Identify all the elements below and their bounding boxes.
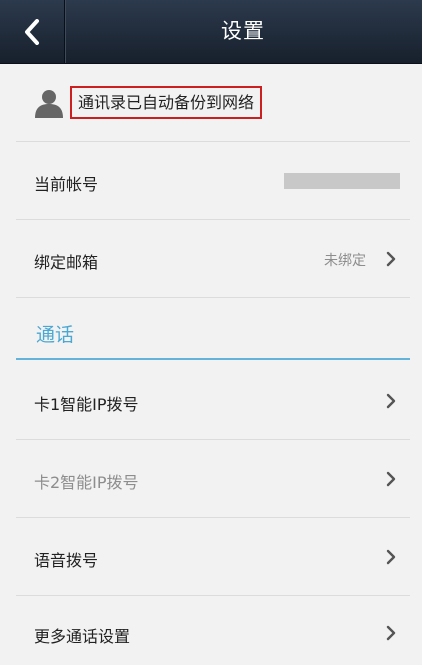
chevron-right-icon [386,251,396,267]
back-button[interactable] [0,0,65,63]
account-value-redacted [284,173,400,189]
chevron-right-icon [386,549,396,565]
voice-dial-label: 语音拨号 [34,551,99,570]
more-call-settings-label: 更多通话设置 [34,627,131,646]
chevron-right-icon [386,625,396,641]
current-account-row: 当前帐号 [16,142,410,220]
page-title: 设置 [221,19,265,43]
email-bind-status: 未绑定 [324,253,366,269]
section-header-calls: 通话 [16,298,410,360]
backup-status-text: 通讯录已自动备份到网络 [70,86,263,119]
chevron-left-icon [25,18,39,45]
current-account-label: 当前帐号 [34,175,99,194]
chevron-right-icon [386,471,396,487]
voice-dial-row[interactable]: 语音拨号 [16,518,410,596]
header-bar: 设置 [0,0,422,64]
chevron-right-icon [386,393,396,409]
backup-status-row: 通讯录已自动备份到网络 [16,64,410,142]
section-title: 通话 [36,324,75,346]
card1-smart-ip-dial-row[interactable]: 卡1智能IP拨号 [16,360,410,440]
card1-smart-ip-dial-label: 卡1智能IP拨号 [34,395,139,414]
person-icon [35,90,63,118]
bind-email-row[interactable]: 绑定邮箱 未绑定 [16,220,410,298]
more-call-settings-row[interactable]: 更多通话设置 [16,596,410,665]
bind-email-label: 绑定邮箱 [34,253,99,272]
card2-smart-ip-dial-label: 卡2智能IP拨号 [34,473,139,492]
card2-smart-ip-dial-row[interactable]: 卡2智能IP拨号 [16,440,410,518]
